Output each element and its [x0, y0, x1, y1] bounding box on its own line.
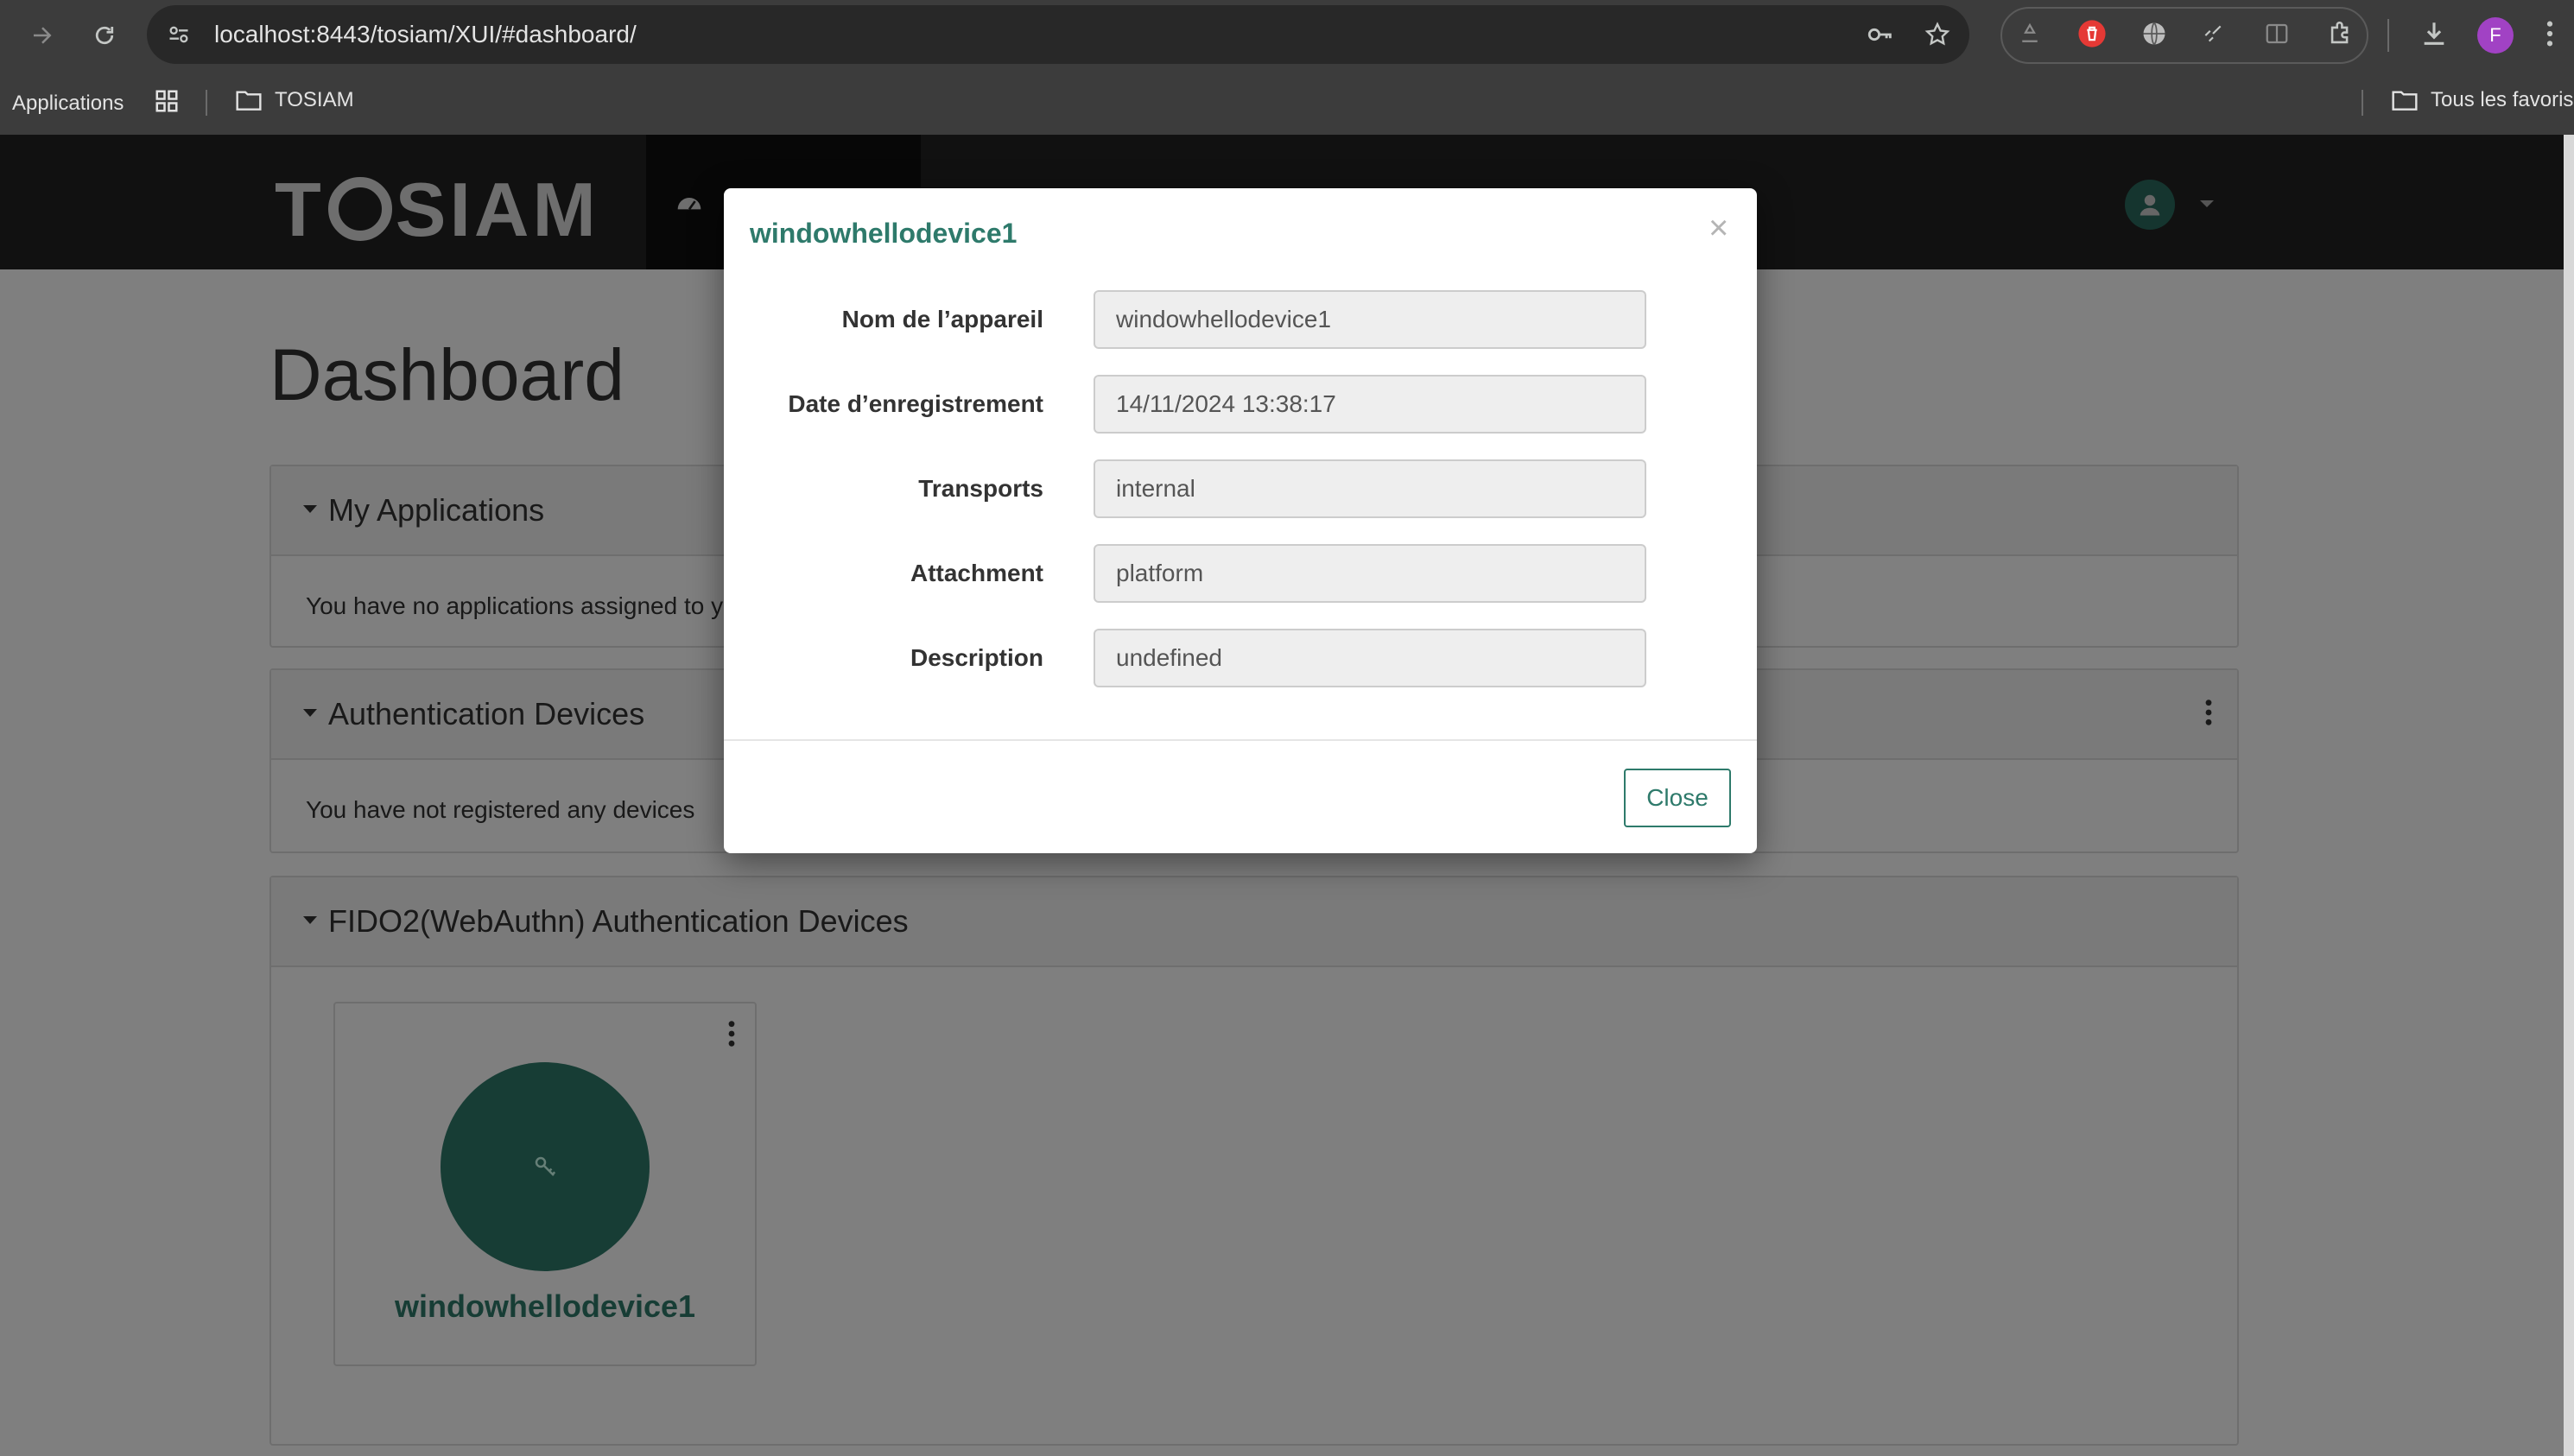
field-attachment: Attachment [724, 544, 1757, 605]
bookmark-separator [206, 90, 207, 116]
password-key-icon[interactable] [1861, 15, 1900, 54]
folder-icon [236, 91, 262, 111]
field-registration-date: Date d’enregistrement [724, 375, 1757, 435]
field-label: Date d’enregistrement [788, 390, 1043, 417]
folder-icon [2392, 91, 2418, 111]
close-button[interactable]: Close [1624, 769, 1731, 827]
split-view-icon[interactable] [2258, 15, 2296, 53]
browser-toolbar: localhost:8443/tosiam/XUI/#dashboard/ F [0, 0, 2574, 71]
all-favorites-label: Tous les favoris [2431, 88, 2574, 111]
bookmark-separator [2362, 90, 2363, 116]
close-icon[interactable]: × [1709, 211, 1728, 245]
field-device-name: Nom de l’appareil [724, 290, 1757, 351]
bookmarks-bar: Applications TOSIAM Tous les favoris [0, 71, 2574, 135]
bookmark-applications-label: Applications [12, 92, 124, 115]
bookmark-star-icon[interactable] [1918, 15, 1957, 54]
globe-extension-icon[interactable] [2135, 15, 2173, 53]
site-info-icon[interactable] [159, 15, 199, 54]
more-menu-icon[interactable] [2531, 15, 2569, 53]
modal-footer-divider [724, 739, 1757, 741]
download-icon[interactable] [2415, 15, 2453, 53]
device-details-modal: windowhellodevice1 × Nom de l’appareil D… [724, 188, 1757, 853]
bookmark-folder-tosiam[interactable]: TOSIAM [235, 88, 354, 112]
extensions-group [2000, 7, 2368, 64]
address-bar[interactable]: localhost:8443/tosiam/XUI/#dashboard/ [147, 5, 1969, 64]
toolbar-divider [2387, 19, 2389, 52]
url-text[interactable]: localhost:8443/tosiam/XUI/#dashboard/ [214, 21, 637, 48]
field-transports: Transports [724, 459, 1757, 520]
page-scrollbar[interactable] [2564, 135, 2574, 1456]
bookmark-all-favorites[interactable]: Tous les favoris [2391, 88, 2573, 112]
forward-icon[interactable] [22, 16, 62, 55]
field-label: Transports [918, 475, 1043, 502]
bookmark-applications[interactable]: Applications [12, 92, 124, 116]
apps-grid-icon[interactable] [154, 88, 180, 114]
trash-extension-icon[interactable] [2073, 15, 2111, 53]
reload-icon[interactable] [85, 16, 124, 55]
description-input[interactable] [1094, 629, 1646, 687]
field-label: Nom de l’appareil [841, 306, 1043, 332]
connector-extension-icon[interactable] [2194, 15, 2232, 53]
recycle-extension-icon[interactable] [2011, 15, 2049, 53]
field-label: Attachment [910, 560, 1043, 586]
profile-initial: F [2489, 24, 2501, 46]
registration-date-input[interactable] [1094, 375, 1646, 434]
field-description: Description [724, 629, 1757, 689]
device-name-input[interactable] [1094, 290, 1646, 349]
field-label: Description [910, 644, 1043, 671]
profile-avatar[interactable]: F [2477, 17, 2514, 54]
bookmark-folder-label: TOSIAM [275, 88, 354, 111]
modal-title: windowhellodevice1 [750, 218, 1018, 249]
puzzle-extensions-icon[interactable] [2322, 15, 2360, 53]
transports-input[interactable] [1094, 459, 1646, 518]
attachment-input[interactable] [1094, 544, 1646, 603]
